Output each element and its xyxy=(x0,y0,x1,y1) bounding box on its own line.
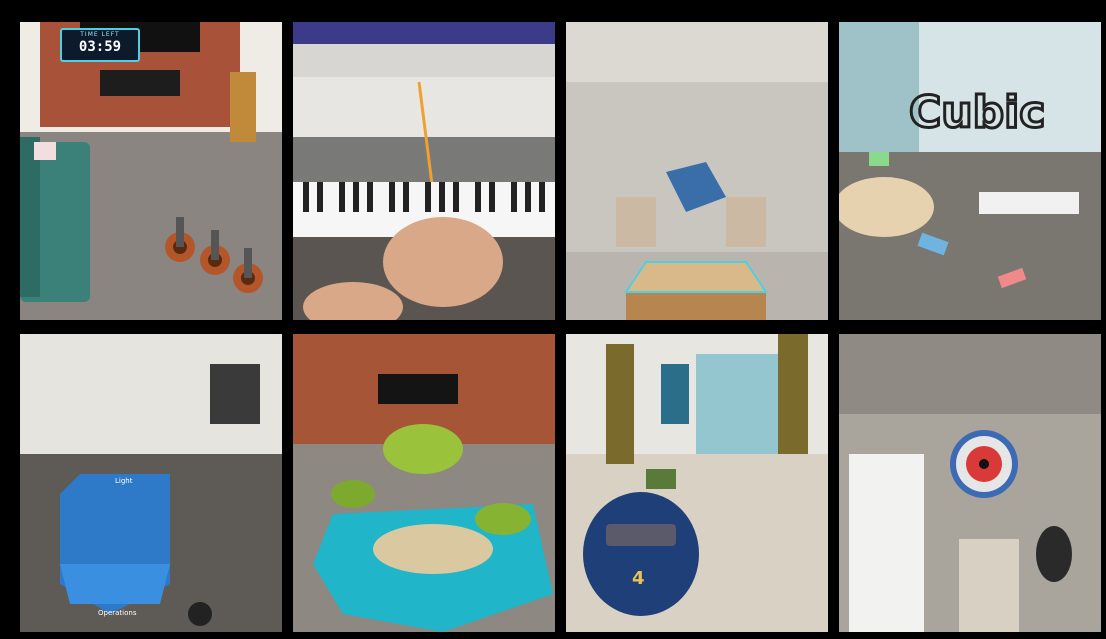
tile-living-room-target-practice[interactable]: TIME LEFT 03:59 xyxy=(20,22,282,320)
time-left-display: TIME LEFT 03:59 xyxy=(60,28,140,62)
tile-shooting-gallery[interactable]: 4 xyxy=(566,334,828,632)
video-grid: TIME LEFT 03:59 Cubic Light Operations 4 xyxy=(8,22,1101,632)
dartboard-scene xyxy=(839,334,1101,632)
board-game-scene xyxy=(566,22,828,320)
ammo-counter: 4 xyxy=(632,568,645,589)
tile-block-letter-sculpting[interactable]: Cubic xyxy=(839,22,1101,320)
living-room-scene xyxy=(20,22,282,320)
tile-tabletop-island[interactable] xyxy=(293,334,555,632)
shooting-scene xyxy=(566,334,828,632)
painting-scene xyxy=(20,334,282,632)
piano-scene xyxy=(293,22,555,320)
island-scene xyxy=(293,334,555,632)
tile-virtual-piano[interactable] xyxy=(293,22,555,320)
palette-section-label: Operations xyxy=(98,609,137,617)
sculpting-scene: Cubic xyxy=(839,22,1101,320)
tile-hologram-board-game[interactable] xyxy=(566,22,828,320)
palette-header: Light xyxy=(115,477,133,485)
tile-dartboard[interactable] xyxy=(839,334,1101,632)
tile-3d-painting-palette[interactable]: Light Operations xyxy=(20,334,282,632)
timer-label: TIME LEFT xyxy=(80,31,120,38)
timer-value: 03:59 xyxy=(78,39,122,55)
block-letters: Cubic xyxy=(909,87,1045,138)
